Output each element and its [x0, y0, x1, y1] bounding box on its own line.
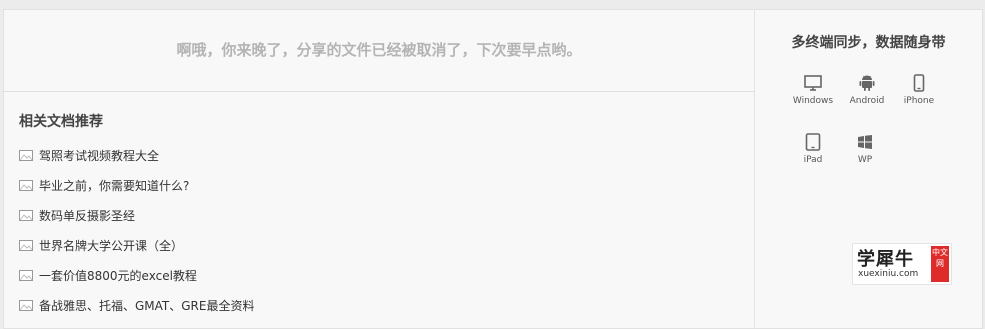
- image-file-icon: [19, 240, 33, 251]
- image-file-icon: [19, 300, 33, 311]
- tablet-icon: [805, 133, 821, 151]
- platform-label: Windows: [792, 96, 834, 106]
- phone-icon: [913, 74, 925, 92]
- platform-ipad[interactable]: iPad: [785, 133, 841, 165]
- share-page: 啊哦，你来晚了，分享的文件已经被取消了，下次要早点哟。 相关文档推荐 驾照考试视…: [3, 9, 983, 329]
- related-doc-link[interactable]: 数码单反摄影圣经: [39, 207, 135, 225]
- logo-domain-text: xuexiniu.com: [858, 269, 919, 279]
- android-icon: [859, 75, 875, 91]
- related-doc-item[interactable]: 数码单反摄影圣经: [19, 207, 254, 237]
- related-doc-item[interactable]: 世界名牌大学公开课（全）: [19, 237, 254, 267]
- monitor-icon: [804, 75, 822, 91]
- platform-windows[interactable]: Windows: [785, 74, 841, 106]
- related-doc-link[interactable]: 毕业之前，你需要知道什么?: [39, 177, 189, 195]
- related-docs-title: 相关文档推荐: [19, 114, 103, 130]
- site-logo[interactable]: 学犀牛 xuexiniu.com 中文网: [852, 243, 952, 285]
- image-file-icon: [19, 270, 33, 281]
- sync-title: 多终端同步，数据随身带: [791, 35, 946, 51]
- logo-chinese-text: 学犀牛: [857, 249, 914, 270]
- related-docs-list: 驾照考试视频教程大全 毕业之前，你需要知道什么? 数码单反摄影圣经 世界名牌大学…: [19, 147, 254, 327]
- platform-label: iPad: [803, 155, 823, 165]
- image-file-icon: [19, 210, 33, 221]
- share-cancelled-notice: 啊哦，你来晚了，分享的文件已经被取消了，下次要早点哟。: [4, 10, 754, 92]
- windows-logo-icon: [858, 135, 872, 149]
- image-file-icon: [19, 180, 33, 191]
- platform-label: WP: [857, 155, 873, 165]
- platform-label: iPhone: [903, 96, 935, 106]
- platform-iphone[interactable]: iPhone: [891, 74, 947, 106]
- platform-label: Android: [849, 96, 885, 106]
- main-panel: 啊哦，你来晚了，分享的文件已经被取消了，下次要早点哟。 相关文档推荐 驾照考试视…: [4, 10, 755, 328]
- platform-wp[interactable]: WP: [837, 133, 893, 165]
- related-doc-item[interactable]: 驾照考试视频教程大全: [19, 147, 254, 177]
- related-doc-item[interactable]: 毕业之前，你需要知道什么?: [19, 177, 254, 207]
- related-doc-link[interactable]: 一套价值8800元的excel教程: [39, 267, 197, 285]
- related-doc-item[interactable]: 一套价值8800元的excel教程: [19, 267, 254, 297]
- related-doc-item[interactable]: 备战雅思、托福、GMAT、GRE最全资料: [19, 297, 254, 327]
- image-file-icon: [19, 150, 33, 161]
- related-doc-link[interactable]: 世界名牌大学公开课（全）: [39, 237, 183, 255]
- related-doc-link[interactable]: 备战雅思、托福、GMAT、GRE最全资料: [39, 297, 254, 315]
- logo-badge: 中文网: [931, 246, 949, 282]
- platform-android[interactable]: Android: [839, 74, 895, 106]
- sync-sidebar: 多终端同步，数据随身带 Windows Android iPhone iPad …: [755, 10, 982, 328]
- related-doc-link[interactable]: 驾照考试视频教程大全: [39, 147, 159, 165]
